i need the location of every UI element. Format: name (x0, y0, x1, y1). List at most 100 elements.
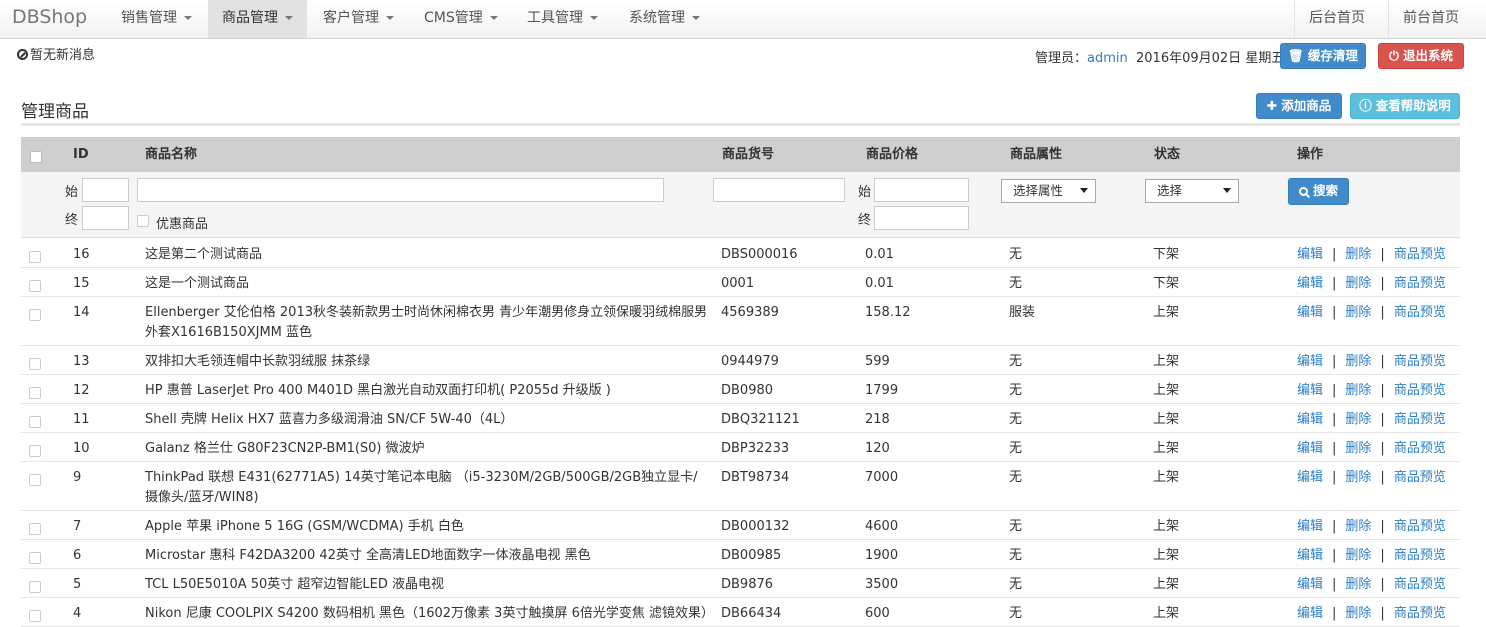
edit-link[interactable]: 编辑 (1297, 441, 1323, 456)
row-checkbox[interactable] (29, 523, 41, 535)
discount-checkbox[interactable] (137, 215, 149, 227)
preview-link[interactable]: 商品预览 (1394, 519, 1446, 534)
delete-link[interactable]: 删除 (1345, 606, 1371, 621)
table-row: 5 TCL L50E5010A 50英寸 超窄边智能LED 液晶电视 DB9876 3… (21, 569, 1460, 598)
chevron-down-icon (386, 16, 394, 20)
separator: | (1332, 548, 1337, 563)
cell-sku: DBP32233 (721, 441, 790, 456)
col-sku: 商品货号 (722, 147, 775, 162)
link-admin-home[interactable]: 后台首页 (1294, 0, 1379, 38)
clear-cache-button[interactable]: 🗑︎ 缓存清理 (1280, 43, 1366, 69)
table-row: 13 双排扣大毛领连帽中长款羽绒服 抹茶绿 0944979 599 无 上架 编辑 | 删除 | 商… (21, 346, 1460, 375)
search-label: 搜索 (1312, 183, 1338, 198)
id-start-input[interactable] (82, 178, 129, 202)
sku-search-input[interactable] (713, 178, 845, 202)
edit-link[interactable]: 编辑 (1297, 305, 1323, 320)
cell-attr: 无 (1009, 354, 1023, 369)
edit-link[interactable]: 编辑 (1297, 412, 1323, 427)
row-checkbox[interactable] (29, 610, 41, 622)
delete-link[interactable]: 删除 (1345, 441, 1371, 456)
row-checkbox[interactable] (29, 387, 41, 399)
delete-link[interactable]: 删除 (1345, 383, 1371, 398)
cell-price: 599 (865, 354, 890, 369)
delete-link[interactable]: 删除 (1345, 412, 1371, 427)
row-checkbox[interactable] (29, 358, 41, 370)
table-row: 15 这是一个测试商品 0001 0.01 无 下架 编辑 | 删除 | 商品预览 (21, 268, 1460, 297)
preview-link[interactable]: 商品预览 (1394, 577, 1446, 592)
id-end-input[interactable] (82, 206, 129, 230)
row-checkbox[interactable] (29, 309, 41, 321)
cell-price: 218 (865, 412, 890, 427)
delete-link[interactable]: 删除 (1345, 305, 1371, 320)
menu-system[interactable]: 系统管理 (615, 0, 714, 38)
row-checkbox[interactable] (29, 416, 41, 428)
row-checkbox[interactable] (29, 280, 41, 292)
trash-icon: 🗑︎ (1288, 48, 1304, 63)
help-label: 查看帮助说明 (1375, 98, 1451, 113)
row-checkbox[interactable] (29, 251, 41, 263)
add-goods-button[interactable]: ✚ 添加商品 (1256, 93, 1342, 119)
preview-link[interactable]: 商品预览 (1394, 470, 1446, 485)
preview-link[interactable]: 商品预览 (1394, 441, 1446, 456)
help-button[interactable]: ⓘ 查看帮助说明 (1350, 93, 1460, 119)
logout-button[interactable]: ⏻ 退出系统 (1378, 43, 1464, 69)
row-checkbox[interactable] (29, 552, 41, 564)
attr-select[interactable]: 选择属性 (1001, 179, 1096, 203)
menu-sales[interactable]: 销售管理 (107, 0, 206, 38)
select-all-checkbox[interactable] (30, 151, 42, 163)
menu-customers[interactable]: 客户管理 (309, 0, 408, 38)
delete-link[interactable]: 删除 (1345, 354, 1371, 369)
price-start-input[interactable] (874, 178, 969, 202)
separator: | (1332, 354, 1337, 369)
delete-link[interactable]: 删除 (1345, 548, 1371, 563)
status-select[interactable]: 选择 (1145, 179, 1239, 203)
row-checkbox[interactable] (29, 445, 41, 457)
menu-tools[interactable]: 工具管理 (513, 0, 612, 38)
menu-goods[interactable]: 商品管理 (208, 0, 307, 38)
brand-logo[interactable]: DBShop (12, 6, 87, 28)
preview-link[interactable]: 商品预览 (1394, 354, 1446, 369)
row-checkbox[interactable] (29, 581, 41, 593)
cell-sku: DB00985 (721, 548, 782, 563)
delete-link[interactable]: 删除 (1345, 470, 1371, 485)
edit-link[interactable]: 编辑 (1297, 470, 1323, 485)
preview-link[interactable]: 商品预览 (1394, 383, 1446, 398)
edit-link[interactable]: 编辑 (1297, 577, 1323, 592)
edit-link[interactable]: 编辑 (1297, 606, 1323, 621)
cell-price: 3500 (865, 577, 899, 592)
edit-link[interactable]: 编辑 (1297, 383, 1323, 398)
cell-attr: 无 (1009, 247, 1023, 262)
cell-attr: 无 (1009, 519, 1023, 534)
table-row: 12 HP 惠普 LaserJet Pro 400 M401D 黑白激光自动双面打… (21, 375, 1460, 404)
delete-link[interactable]: 删除 (1345, 276, 1371, 291)
admin-name-link[interactable]: admin (1087, 51, 1128, 66)
preview-link[interactable]: 商品预览 (1394, 606, 1446, 621)
filter-row: 始 终 优惠商品 始 终 选择属性 选择 搜索 (21, 172, 1460, 238)
row-checkbox[interactable] (29, 474, 41, 486)
price-end-input[interactable] (874, 206, 969, 230)
link-front-home[interactable]: 前台首页 (1388, 0, 1473, 38)
edit-link[interactable]: 编辑 (1297, 548, 1323, 563)
divider (21, 123, 1460, 126)
edit-link[interactable]: 编辑 (1297, 276, 1323, 291)
row-actions: 编辑 | 删除 | 商品预览 (1297, 352, 1446, 372)
delete-link[interactable]: 删除 (1345, 519, 1371, 534)
status-select-value: 选择 (1157, 183, 1183, 198)
edit-link[interactable]: 编辑 (1297, 354, 1323, 369)
preview-link[interactable]: 商品预览 (1394, 247, 1446, 262)
preview-link[interactable]: 商品预览 (1394, 412, 1446, 427)
menu-cms[interactable]: CMS管理 (410, 0, 512, 38)
admin-info: 管理员：admin 2016年09月02日 星期五 (1035, 47, 1284, 66)
delete-link[interactable]: 删除 (1345, 247, 1371, 262)
name-search-input[interactable] (137, 178, 664, 202)
search-button[interactable]: 搜索 (1288, 178, 1349, 205)
edit-link[interactable]: 编辑 (1297, 519, 1323, 534)
table-row: 10 Galanz 格兰仕 G80F23CN2P-BM1(S0) 微波炉 DBP32… (21, 433, 1460, 462)
preview-link[interactable]: 商品预览 (1394, 548, 1446, 563)
edit-link[interactable]: 编辑 (1297, 247, 1323, 262)
cell-price: 158.12 (865, 305, 911, 320)
delete-link[interactable]: 删除 (1345, 577, 1371, 592)
preview-link[interactable]: 商品预览 (1394, 305, 1446, 320)
preview-link[interactable]: 商品预览 (1394, 276, 1446, 291)
menu-label: 客户管理 (323, 10, 379, 26)
